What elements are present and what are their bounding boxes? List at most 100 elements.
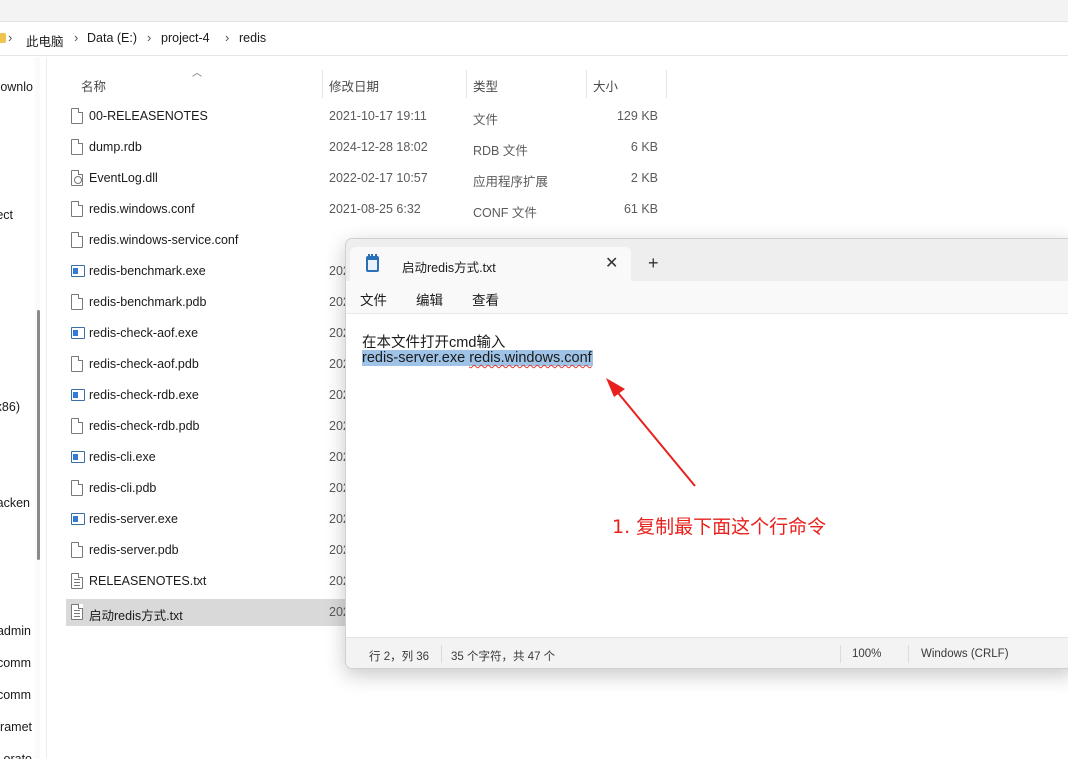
file-name: 启动redis方式.txt xyxy=(89,609,183,623)
breadcrumb-item[interactable]: redis xyxy=(239,31,266,45)
text-line-2-selected: redis-server.exe redis.windows.conf xyxy=(362,350,593,366)
file-date: 2024-12-28 18:02 xyxy=(329,140,428,154)
exe-icon xyxy=(71,513,85,525)
column-separator[interactable] xyxy=(466,70,467,98)
nav-item[interactable]: aramet xyxy=(0,720,32,734)
file-type: 文件 xyxy=(473,113,499,127)
file-icon xyxy=(71,201,83,217)
address-bar[interactable]: › 此电脑 › Data (E:) › project-4 › redis xyxy=(0,22,1068,56)
chevron-right-icon: › xyxy=(8,30,13,45)
file-name: redis-check-aof.exe xyxy=(89,326,199,340)
text-line-1: 在本文件打开cmd输入 xyxy=(362,331,505,352)
breadcrumb-item[interactable]: 此电脑 xyxy=(26,31,64,50)
chevron-right-icon: › xyxy=(74,30,79,45)
exe-icon xyxy=(71,327,85,339)
txt-icon xyxy=(71,573,83,589)
file-name: redis-check-rdb.pdb xyxy=(89,419,200,433)
nav-item[interactable]: orato xyxy=(0,752,33,759)
status-line-ending[interactable]: Windows (CRLF) xyxy=(921,648,1009,660)
breadcrumb-item[interactable]: Data (E:) xyxy=(87,31,137,45)
column-separator[interactable] xyxy=(666,70,667,98)
file-icon xyxy=(71,108,83,124)
txt-icon xyxy=(71,604,83,620)
close-tab-icon[interactable]: ✕ xyxy=(605,253,618,273)
breadcrumb-item[interactable]: project-4 xyxy=(161,31,210,45)
navigation-pane: ownlo ect x86) acken admin comm comm ara… xyxy=(0,57,33,759)
file-name: 00-RELEASENOTES xyxy=(89,109,208,123)
menu-edit[interactable]: 编辑 xyxy=(416,289,443,309)
nav-item[interactable]: ect xyxy=(0,208,13,222)
status-divider xyxy=(840,645,841,663)
file-icon xyxy=(71,480,83,496)
folder-icon xyxy=(0,33,6,43)
status-divider xyxy=(441,645,442,663)
status-position: 行 2，列 36 xyxy=(369,651,430,663)
file-name: redis-check-aof.pdb xyxy=(89,357,199,371)
file-name: redis.windows.conf xyxy=(89,202,195,216)
file-row[interactable]: redis.windows.conf 2021-08-25 6:32 CONF 文件… xyxy=(66,196,666,223)
file-icon xyxy=(71,356,83,372)
pane-divider xyxy=(46,57,47,759)
status-zoom[interactable]: 100% xyxy=(852,648,881,660)
menu-view[interactable]: 查看 xyxy=(472,289,499,309)
notepad-icon xyxy=(366,254,379,272)
notepad-window[interactable]: 启动redis方式.txt ✕ + 文件 编辑 查看 在本文件打开cmd输入 r… xyxy=(345,238,1068,669)
menu-file[interactable]: 文件 xyxy=(360,289,387,309)
column-separator[interactable] xyxy=(586,70,587,98)
column-header-size[interactable]: 大小 xyxy=(593,76,618,106)
file-name: redis.windows-service.conf xyxy=(89,233,239,247)
tab-strip: 启动redis方式.txt ✕ + xyxy=(346,239,1068,281)
file-row[interactable]: dump.rdb 2024-12-28 18:02 RDB 文件 6 KB xyxy=(66,134,666,161)
sort-ascending-icon: ︿ xyxy=(192,68,202,79)
nav-item[interactable]: admin xyxy=(0,624,31,638)
nav-item[interactable]: x86) xyxy=(0,400,20,414)
column-header-type[interactable]: 类型 xyxy=(473,76,498,106)
text-segment: redis-server.exe xyxy=(362,350,470,366)
column-separator[interactable] xyxy=(322,70,323,98)
file-icon xyxy=(71,294,83,310)
status-bar: 行 2，列 36 35 个字符，共 47 个 100% Windows (CRL… xyxy=(346,637,1068,668)
title-strip xyxy=(0,0,1068,22)
file-name: redis-server.pdb xyxy=(89,543,179,557)
chevron-right-icon: › xyxy=(147,30,152,45)
column-header-date[interactable]: 修改日期 xyxy=(329,76,379,106)
file-name: dump.rdb xyxy=(89,140,142,154)
file-type: RDB 文件 xyxy=(473,144,528,158)
file-name: redis-check-rdb.exe xyxy=(89,388,199,402)
file-name: redis-cli.pdb xyxy=(89,481,157,495)
text-editor[interactable]: 在本文件打开cmd输入 redis-server.exe redis.windo… xyxy=(346,314,1068,637)
file-size: 61 KB xyxy=(623,202,658,216)
file-icon xyxy=(71,139,83,155)
file-date: 2022-02-17 10:57 xyxy=(329,171,428,185)
nav-item[interactable]: ownlo xyxy=(0,80,33,94)
file-type: CONF 文件 xyxy=(473,206,537,220)
exe-icon xyxy=(71,265,85,277)
new-tab-icon[interactable]: + xyxy=(648,253,659,274)
column-header-name[interactable]: 名称 xyxy=(81,76,106,106)
file-name: redis-benchmark.pdb xyxy=(89,295,207,309)
tab-document[interactable]: 启动redis方式.txt ✕ xyxy=(350,247,631,281)
file-date: 2021-10-17 19:11 xyxy=(329,109,427,123)
file-icon xyxy=(71,418,83,434)
exe-icon xyxy=(71,451,85,463)
nav-item[interactable]: acken xyxy=(0,496,30,510)
menu-bar: 文件 编辑 查看 xyxy=(346,281,1068,314)
nav-item[interactable]: comm xyxy=(0,656,31,670)
nav-item[interactable]: comm xyxy=(0,688,31,702)
spellcheck-word: cmd xyxy=(449,335,477,351)
dll-icon xyxy=(71,170,83,186)
chevron-right-icon: › xyxy=(225,30,230,45)
text-segment: 输入 xyxy=(476,335,506,351)
file-icon xyxy=(71,542,83,558)
file-size: 129 KB xyxy=(616,109,658,123)
file-size: 2 KB xyxy=(630,171,658,185)
file-icon xyxy=(71,232,83,248)
file-date: 2021-08-25 6:32 xyxy=(329,202,421,216)
status-divider xyxy=(908,645,909,663)
nav-scrollbar-thumb[interactable] xyxy=(37,310,40,560)
status-char-count: 35 个字符，共 47 个 xyxy=(451,651,556,663)
file-size: 6 KB xyxy=(630,140,658,154)
file-row[interactable]: EventLog.dll 2022-02-17 10:57 应用程序扩展 2 KB xyxy=(66,165,666,192)
file-row[interactable]: 00-RELEASENOTES 2021-10-17 19:11 文件 129 KB xyxy=(66,103,666,130)
text-segment: 在本文件打开 xyxy=(362,335,449,351)
